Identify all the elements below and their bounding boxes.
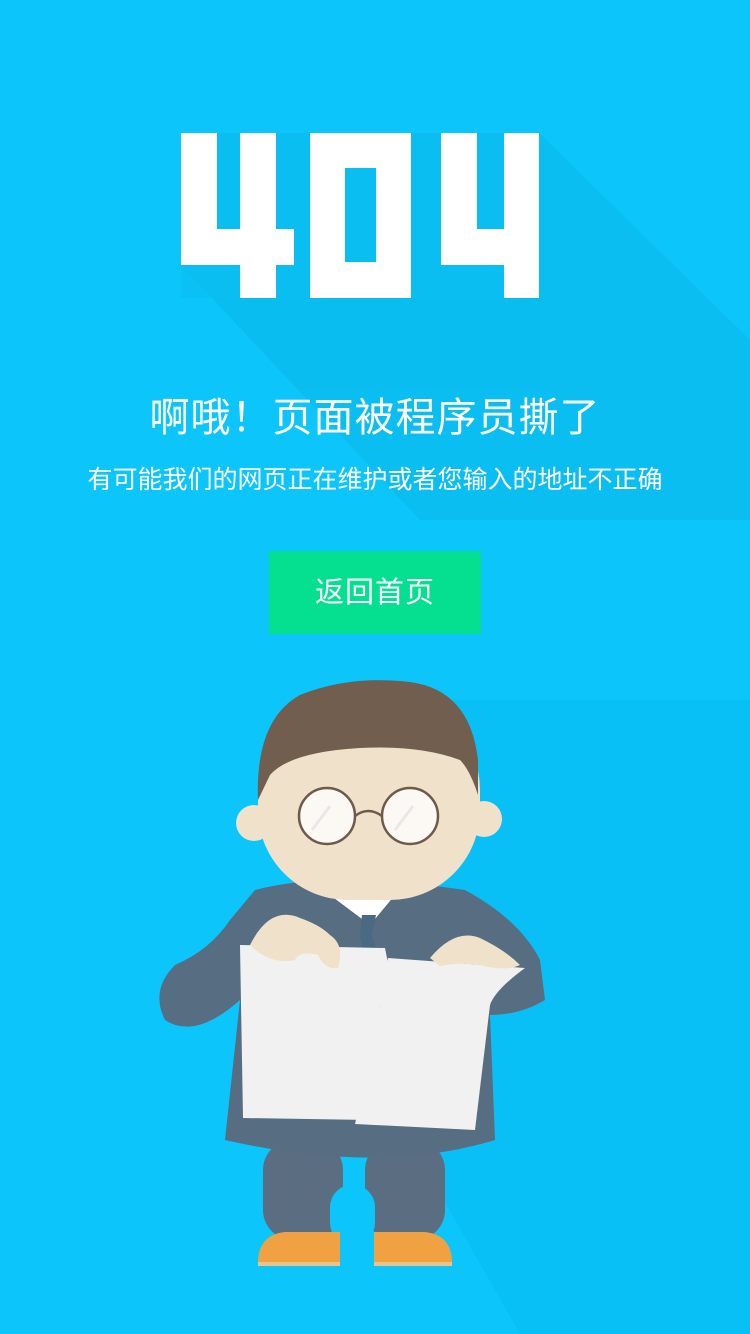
- page-subtitle: 有可能我们的网页正在维护或者您输入的地址不正确: [87, 465, 663, 494]
- error-page: 404: [0, 0, 750, 1334]
- background-art: 404: [159, 133, 750, 1334]
- back-home-button[interactable]: 返回首页: [269, 551, 481, 634]
- page-title: 啊哦！页面被程序员撕了: [149, 395, 601, 441]
